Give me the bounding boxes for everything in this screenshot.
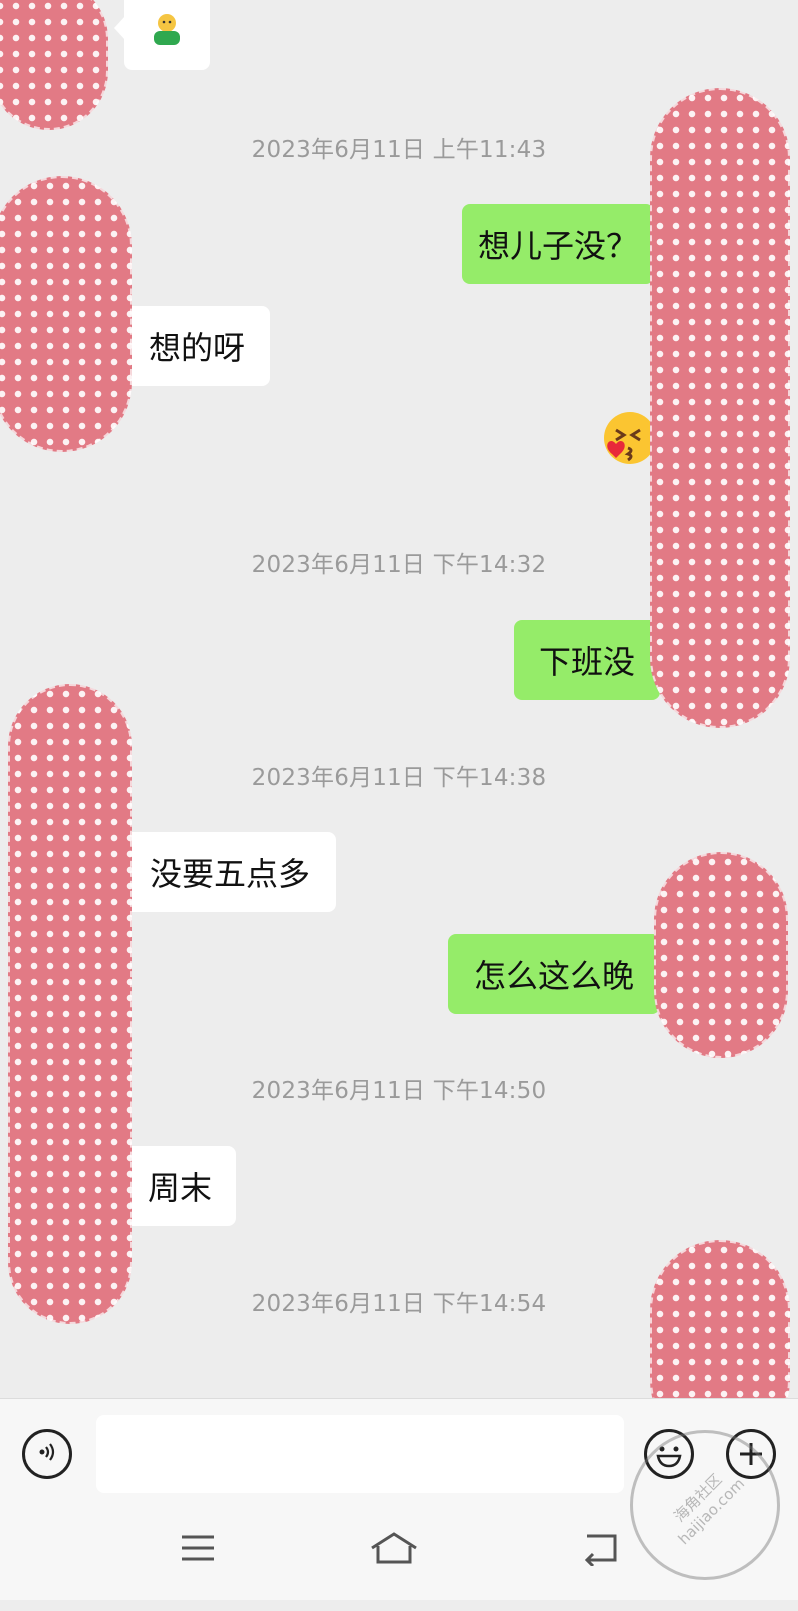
- avatar-redaction: [8, 684, 132, 1324]
- message-text-input[interactable]: [96, 1415, 624, 1493]
- received-message-bubble[interactable]: 周末: [114, 1146, 236, 1226]
- chat-message-list[interactable]: 2023年6月11日 上午11:43 想儿子没？ 想的呀 2023年6月11日 …: [0, 0, 798, 1398]
- voice-input-button[interactable]: [22, 1429, 72, 1479]
- received-message-bubble[interactable]: 想的呀: [114, 306, 270, 386]
- home-icon: [368, 1530, 420, 1570]
- menu-nav-button[interactable]: [172, 1528, 224, 1572]
- received-sticker-bubble[interactable]: [114, 0, 210, 70]
- avatar-redaction: [654, 852, 788, 1058]
- received-message-bubble[interactable]: 没要五点多: [114, 832, 336, 912]
- avatar-redaction: [650, 1240, 790, 1398]
- menu-icon: [178, 1532, 218, 1568]
- voice-icon: [35, 1440, 59, 1468]
- back-nav-button[interactable]: [574, 1528, 626, 1572]
- green-figure-sticker-icon: [147, 10, 187, 50]
- sent-message-bubble[interactable]: 怎么这么晚: [448, 934, 670, 1014]
- sent-message-bubble[interactable]: 想儿子没？: [462, 204, 664, 284]
- avatar-redaction: [650, 88, 790, 728]
- avatar-redaction: [0, 176, 132, 452]
- avatar-redaction: [0, 0, 108, 130]
- sent-message-bubble[interactable]: 下班没: [514, 620, 670, 700]
- home-nav-button[interactable]: [368, 1528, 420, 1572]
- back-icon: [579, 1530, 621, 1570]
